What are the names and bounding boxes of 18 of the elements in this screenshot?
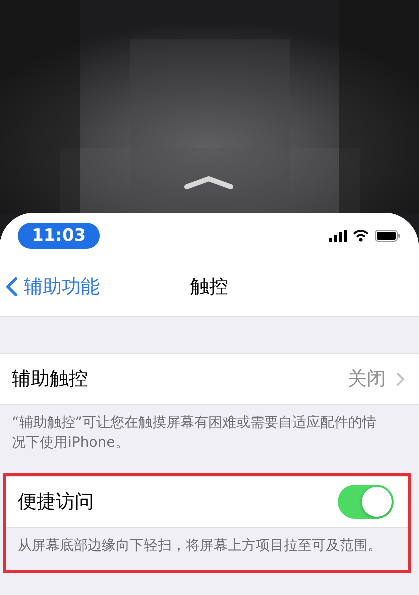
- signal-icon: [329, 230, 347, 242]
- chevron-right-icon: [396, 372, 405, 386]
- battery-icon: [375, 230, 401, 242]
- toggle-switch[interactable]: [338, 485, 394, 519]
- row-label: 便捷访问: [18, 490, 95, 515]
- back-button[interactable]: 辅助功能: [0, 274, 100, 300]
- footer-note: 从屏幕底部边缘向下轻扫，将屏幕上方项目拉至可及范围。: [17, 537, 383, 556]
- row-label: 辅助触控: [12, 367, 89, 392]
- row-value: 关闭: [348, 367, 386, 392]
- footer-note: “辅助触控”可让您在触摸屏幕有困难或需要自适应配件的情况下使用iPhone。: [11, 414, 378, 453]
- settings-row[interactable]: 便捷访问: [6, 476, 408, 528]
- settings-row[interactable]: 辅助触控 关闭: [0, 353, 419, 405]
- chevron-up-icon[interactable]: [184, 176, 234, 190]
- chevron-left-icon: [6, 277, 18, 297]
- wifi-icon: [353, 230, 369, 242]
- nav-title: 触控: [190, 275, 228, 300]
- back-label[interactable]: 辅助功能: [24, 274, 100, 300]
- status-time: 11:03: [18, 222, 100, 248]
